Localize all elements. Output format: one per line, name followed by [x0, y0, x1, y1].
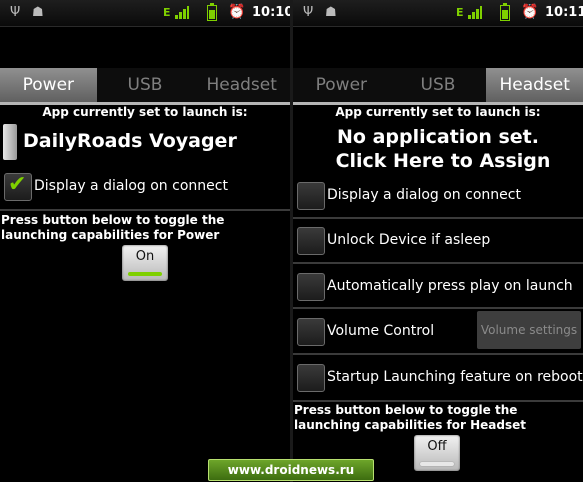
- option-label: Display a dialog on connect: [34, 178, 228, 194]
- divider: [293, 353, 583, 355]
- assign-app-button[interactable]: No application set. Click Here to Assign: [293, 125, 583, 173]
- tab-usb[interactable]: USB: [96, 68, 194, 102]
- watermark: www.droidnews.ru: [208, 459, 374, 481]
- left-screen: Ψ ☗ E ⏰ 10:10 Power USB Headset App curr…: [0, 0, 290, 482]
- tab-bar: Power USB Headset: [293, 68, 583, 105]
- checkbox-display-dialog[interactable]: [297, 182, 325, 210]
- status-time: 10:10: [252, 5, 290, 20]
- toggle-instructions: Press button below to toggle the launchi…: [294, 403, 526, 432]
- battery-icon: [207, 3, 217, 21]
- divider: [293, 307, 583, 309]
- alarm-clock-icon: ⏰: [521, 4, 539, 20]
- usb-icon: Ψ: [10, 5, 21, 20]
- assign-text: Click Here to Assign: [335, 150, 551, 172]
- option-display-dialog[interactable]: ✔ Display a dialog on connect: [0, 166, 290, 210]
- option-unlock-device[interactable]: Unlock Device if asleep: [293, 220, 583, 264]
- divider: [293, 217, 583, 219]
- option-label: Display a dialog on connect: [327, 187, 521, 203]
- signal-strength-icon: [468, 6, 482, 19]
- divider: [0, 209, 290, 211]
- tab-power[interactable]: Power: [0, 68, 97, 102]
- usb-icon: Ψ: [303, 5, 314, 20]
- toggle-button-label: Off: [427, 439, 447, 454]
- checkbox-auto-play[interactable]: [297, 273, 325, 301]
- option-label: Unlock Device if asleep: [327, 232, 491, 248]
- signal-strength-icon: [175, 6, 189, 19]
- no-app-text: No application set.: [337, 126, 539, 148]
- option-display-dialog[interactable]: Display a dialog on connect: [293, 175, 583, 219]
- tab-usb[interactable]: USB: [389, 68, 487, 102]
- option-label: Startup Launching feature on reboot: [327, 369, 583, 385]
- status-bar: Ψ ☗ E ⏰ 10:11: [293, 0, 583, 27]
- option-startup-launching[interactable]: Startup Launching feature on reboot: [293, 357, 583, 401]
- right-screen: Ψ ☗ E ⏰ 10:11 Power USB Headset App curr…: [293, 0, 583, 482]
- headset-toggle-button[interactable]: Off: [414, 435, 460, 471]
- network-type-indicator: E: [163, 6, 171, 19]
- option-auto-play[interactable]: Automatically press play on launch: [293, 266, 583, 310]
- status-time: 10:11: [545, 5, 583, 20]
- app-icon: [3, 124, 17, 160]
- toggle-instructions: Press button below to toggle the launchi…: [1, 213, 225, 242]
- toggle-button-label: On: [135, 249, 155, 264]
- checkbox-volume-control[interactable]: [297, 318, 325, 346]
- checkmark-icon: ✔: [8, 172, 27, 197]
- network-type-indicator: E: [456, 6, 464, 19]
- alarm-clock-icon: ⏰: [228, 4, 246, 20]
- power-toggle-button[interactable]: On: [122, 245, 168, 281]
- status-bar: Ψ ☗ E ⏰ 10:10: [0, 0, 290, 27]
- tab-headset[interactable]: Headset: [193, 68, 290, 102]
- app-name: DailyRoads Voyager: [23, 130, 237, 152]
- option-label: Volume Control: [327, 323, 435, 339]
- checkbox-unlock-device[interactable]: [297, 227, 325, 255]
- launch-app-label: App currently set to launch is:: [335, 105, 541, 119]
- checkbox-display-dialog[interactable]: ✔: [4, 172, 32, 201]
- battery-icon: [500, 3, 510, 21]
- divider: [293, 262, 583, 264]
- tab-bar: Power USB Headset: [0, 68, 290, 105]
- android-debug-icon: ☗: [32, 5, 44, 20]
- divider: [293, 400, 583, 402]
- toggle-state-indicator: [420, 462, 454, 466]
- tab-headset[interactable]: Headset: [486, 68, 583, 102]
- launch-app-label: App currently set to launch is:: [42, 105, 248, 119]
- checkbox-startup-launching[interactable]: [297, 364, 325, 392]
- toggle-state-indicator: [128, 272, 162, 276]
- tab-power[interactable]: Power: [293, 68, 390, 102]
- option-label: Automatically press play on launch: [327, 278, 573, 294]
- volume-settings-button[interactable]: Volume settings: [477, 311, 581, 349]
- android-debug-icon: ☗: [325, 5, 337, 20]
